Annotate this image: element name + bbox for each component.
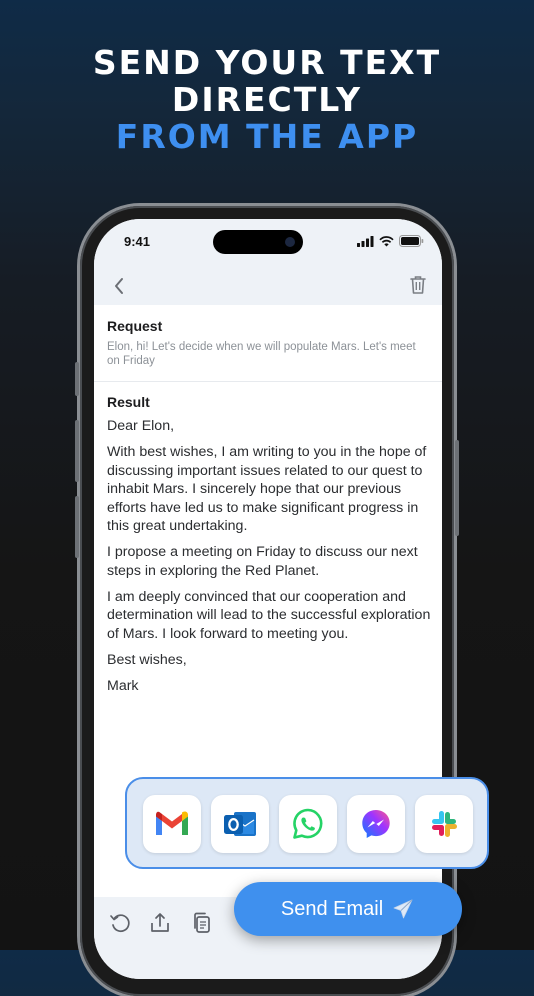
phone-side-button — [455, 440, 459, 536]
whatsapp-icon — [293, 808, 323, 839]
wifi-icon — [379, 235, 394, 246]
send-email-button[interactable]: Send Email — [234, 882, 462, 936]
headline-line-3: FROM THE APP — [115, 117, 419, 156]
slack-icon — [432, 811, 457, 837]
status-time: 9:41 — [124, 234, 151, 249]
result-body: Dear Elon, With best wishes, I am writin… — [107, 417, 435, 703]
slack-button[interactable] — [415, 795, 473, 853]
result-paragraph: I propose a meeting on Friday to discuss… — [107, 544, 418, 579]
outlook-icon — [224, 812, 256, 836]
back-chevron-icon[interactable] — [108, 273, 130, 299]
send-email-label: Send Email — [280, 897, 384, 920]
request-title: Request — [107, 318, 163, 334]
messenger-icon — [362, 810, 390, 838]
outlook-button[interactable] — [211, 795, 269, 853]
copy-icon[interactable] — [190, 911, 214, 935]
request-text: Elon, hi! Let's decide when we will popu… — [107, 341, 416, 367]
gmail-button[interactable] — [143, 795, 201, 853]
headline-line-2: DIRECTLY — [171, 80, 363, 119]
result-paragraph: With best wishes, I am writing to you in… — [107, 444, 427, 534]
trash-icon[interactable] — [408, 272, 428, 298]
regenerate-icon[interactable] — [108, 911, 132, 935]
result-paragraph: I am deeply convinced that our cooperati… — [107, 588, 431, 642]
phone-side-button — [75, 496, 79, 558]
request-section: Request Elon, hi! Let's decide when we w… — [94, 305, 442, 382]
share-icon[interactable] — [148, 911, 172, 935]
messenger-button[interactable] — [347, 795, 405, 853]
airplane-icon — [393, 899, 413, 919]
result-paragraph: Mark — [107, 677, 139, 694]
phone-side-button — [75, 362, 79, 396]
dynamic-island — [213, 230, 303, 254]
signal-icon — [357, 235, 374, 247]
headline-line-1: SEND YOUR TEXT — [92, 43, 442, 82]
result-paragraph: Best wishes, — [107, 651, 187, 668]
gmail-icon — [156, 811, 188, 835]
share-apps-panel — [125, 777, 489, 869]
battery-icon — [399, 235, 424, 247]
whatsapp-button[interactable] — [279, 795, 337, 853]
result-title: Result — [107, 394, 150, 410]
result-paragraph: Dear Elon, — [107, 418, 175, 434]
phone-side-button — [75, 420, 79, 482]
nav-bar — [94, 267, 442, 305]
headline: SEND YOUR TEXT DIRECTLY FROM THE APP — [0, 44, 534, 155]
